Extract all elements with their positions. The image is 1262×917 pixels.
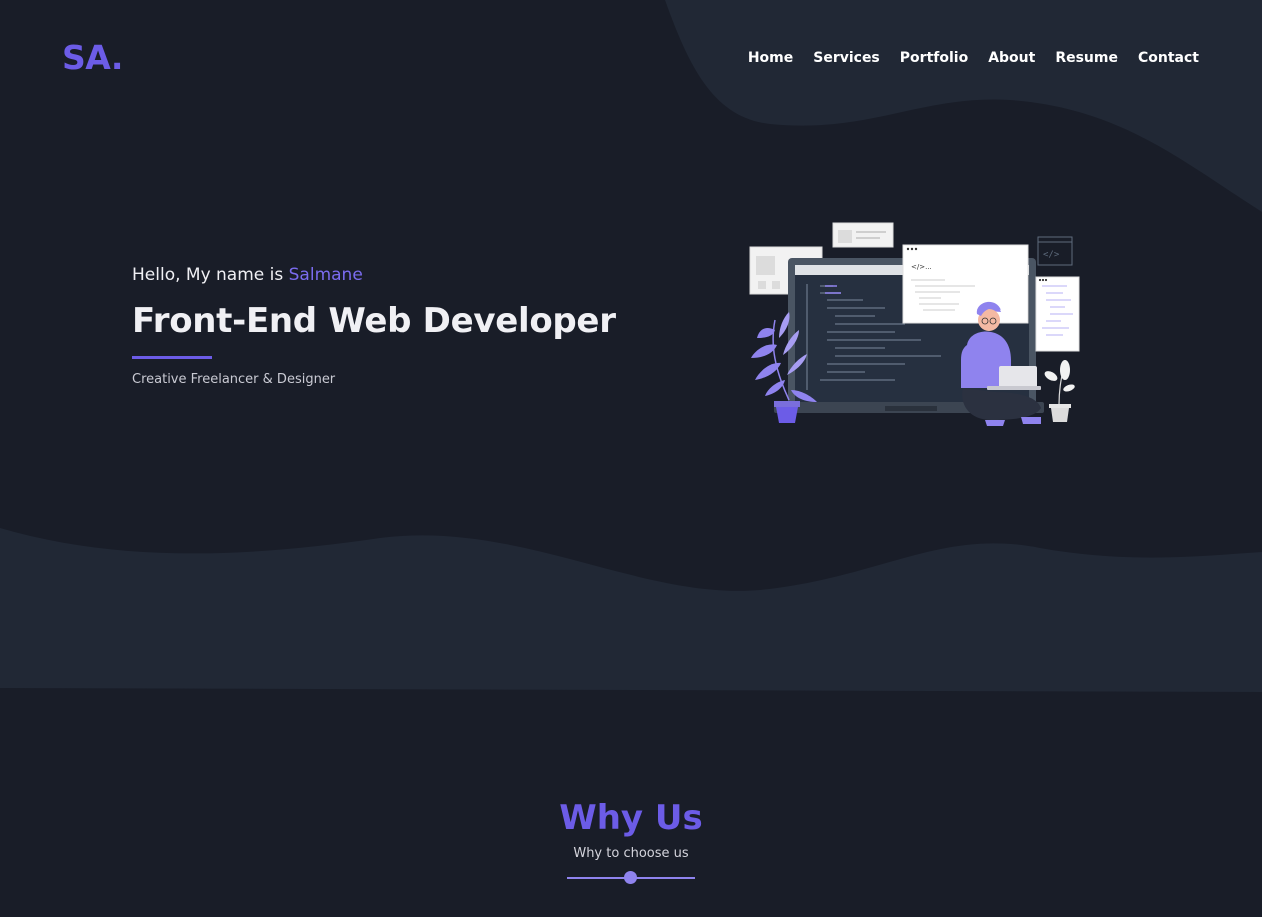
why-us-title: Why Us: [559, 798, 703, 838]
nav-home[interactable]: Home: [748, 50, 793, 66]
main-nav: Home Services Portfolio About Resume Con…: [748, 50, 1199, 66]
code-window-label: </>: [1043, 250, 1060, 260]
hero-bottom-wave: [0, 528, 1262, 692]
code-bubble: </>...: [902, 244, 1029, 324]
floating-card-right: [1035, 276, 1080, 352]
hero-greeting: Hello, My name is Salmane: [132, 265, 616, 285]
why-us-section: Why Us Why to choose us: [0, 798, 1262, 885]
title-divider: [567, 871, 695, 885]
floating-card-top: [832, 222, 894, 248]
site-logo[interactable]: SA.: [62, 38, 123, 77]
nav-contact[interactable]: Contact: [1138, 50, 1199, 66]
hero-name: Salmane: [288, 265, 363, 285]
developer-illustration: </>... </>: [749, 222, 1080, 426]
nav-resume[interactable]: Resume: [1055, 50, 1118, 66]
code-bubble-label: </>...: [911, 263, 932, 271]
code-window-icon: </>: [1037, 236, 1073, 266]
divider-dot: [624, 871, 637, 884]
plant-right: [1044, 360, 1075, 422]
site-header: SA. Home Services Portfolio About Resume…: [0, 0, 1262, 116]
hero-headline: Front-End Web Developer: [132, 301, 616, 341]
nav-services[interactable]: Services: [813, 50, 880, 66]
hero-tagline: Creative Freelancer & Designer: [132, 372, 336, 387]
background-waves: [0, 0, 1262, 692]
nav-about[interactable]: About: [988, 50, 1035, 66]
greeting-prefix: Hello, My name is: [132, 265, 289, 285]
nav-portfolio[interactable]: Portfolio: [900, 50, 968, 66]
hero-text: Hello, My name is Salmane Front-End Web …: [132, 265, 616, 387]
headline-underline: [132, 356, 212, 359]
why-us-subtitle: Why to choose us: [573, 846, 689, 861]
